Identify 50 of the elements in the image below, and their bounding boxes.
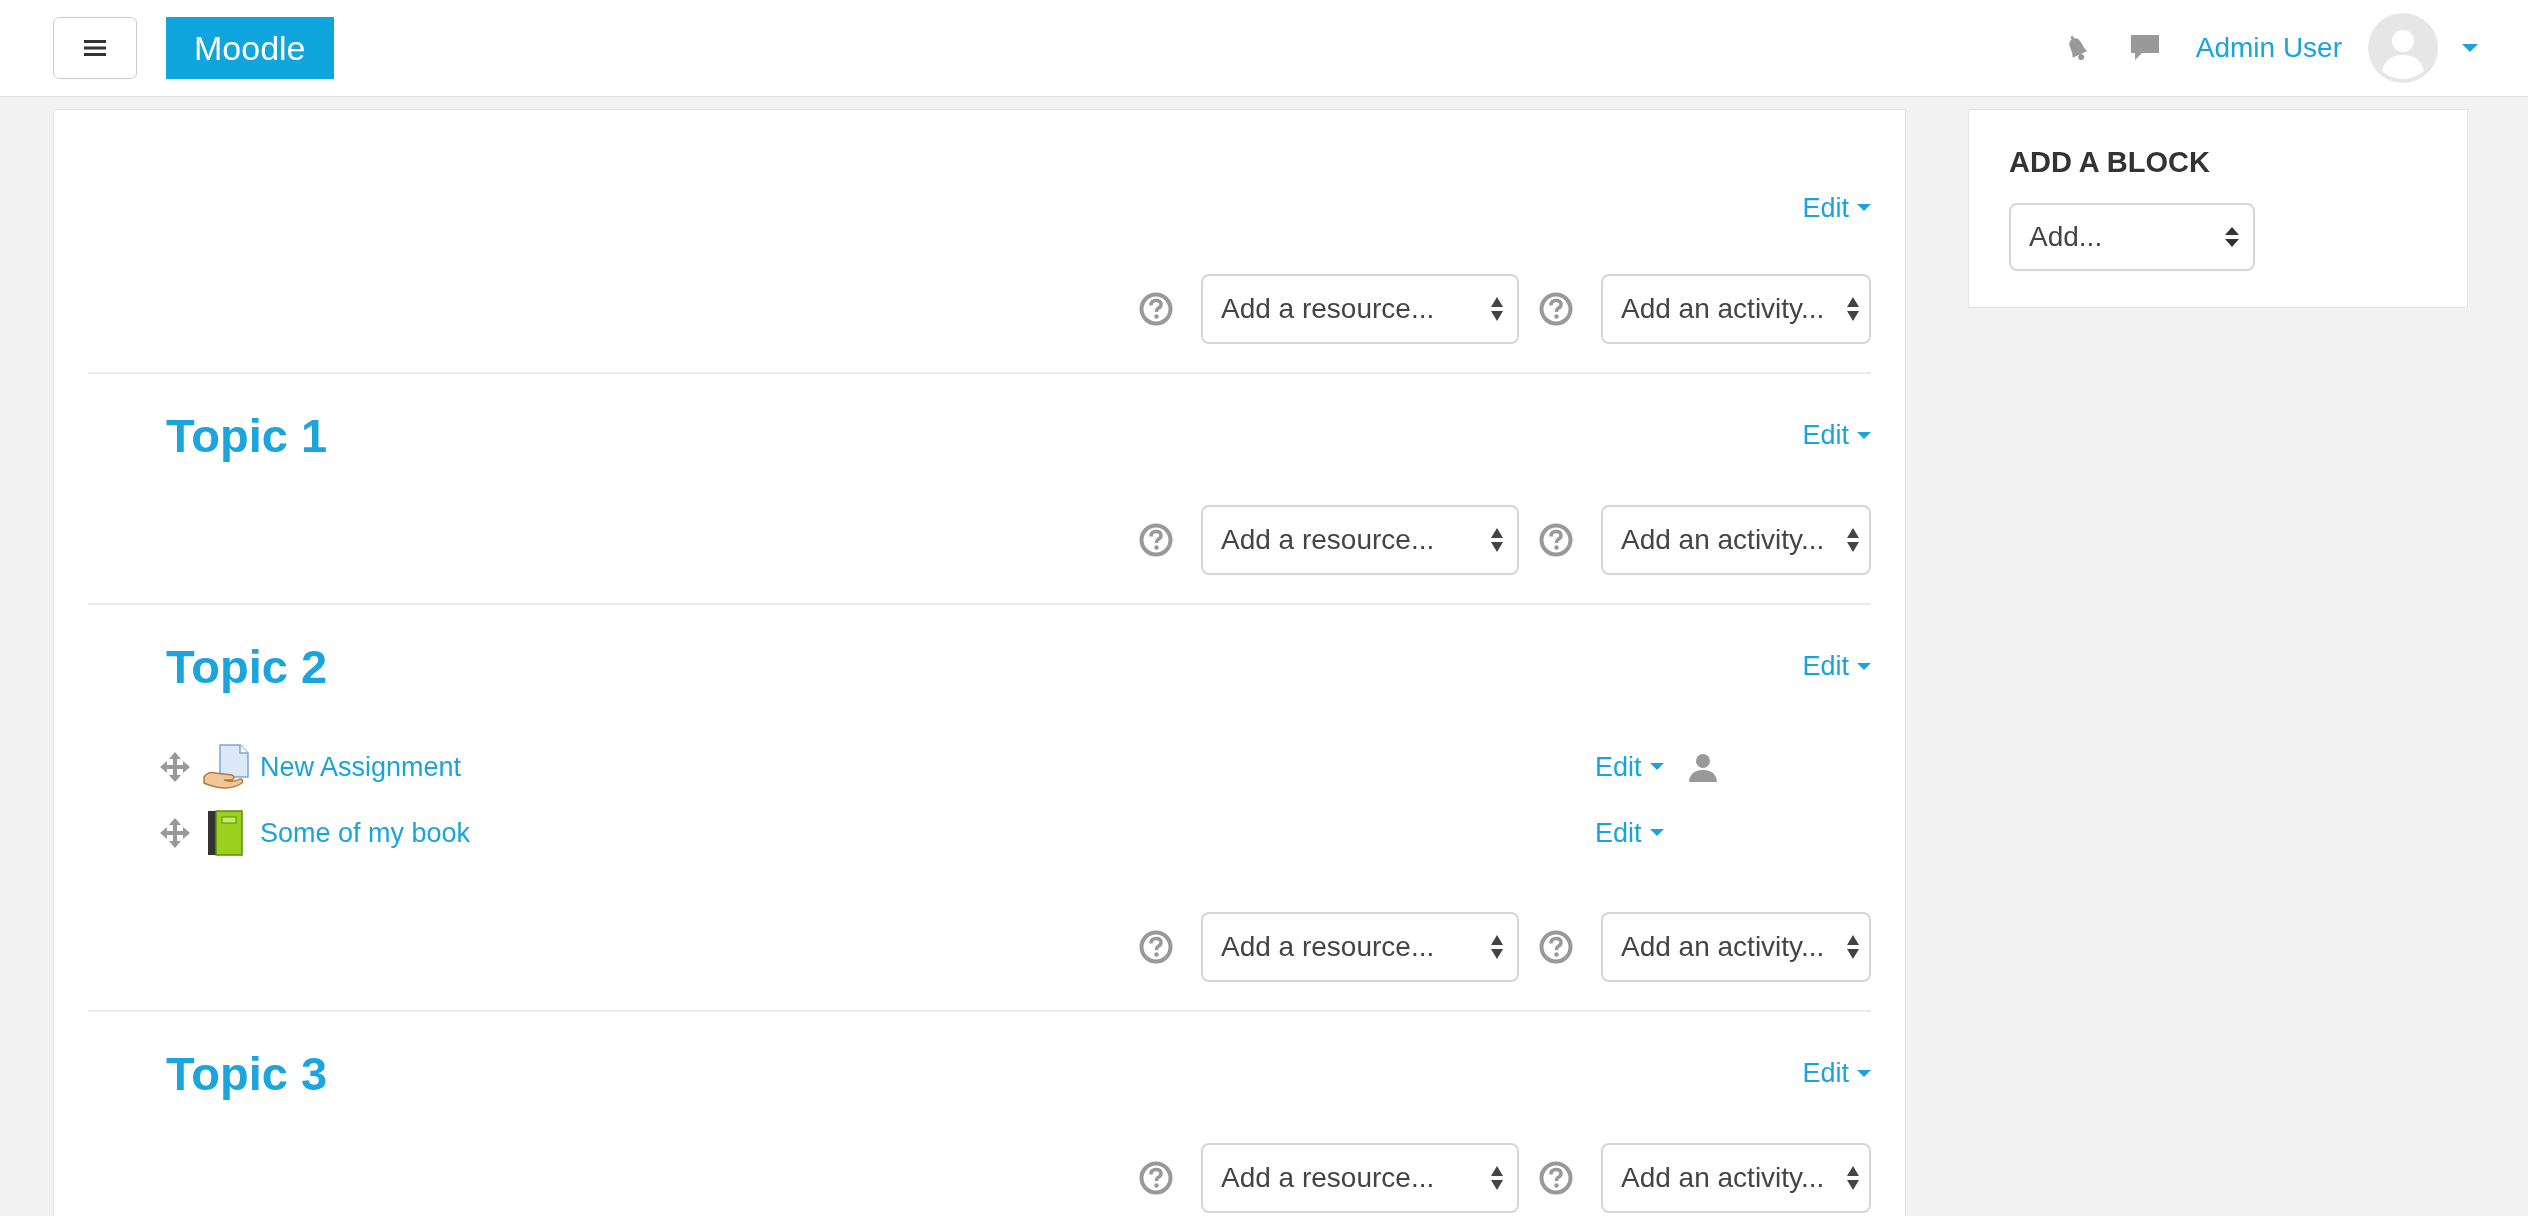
caret-icon[interactable]: [2462, 43, 2478, 53]
edit-menu-link[interactable]: Edit: [1802, 420, 1871, 451]
add-activity-select[interactable]: Add an activity...: [1601, 505, 1871, 575]
help-icon[interactable]: [1539, 1161, 1573, 1195]
updown-arrows-icon: [1491, 935, 1503, 959]
edit-menu-link[interactable]: Edit: [1595, 751, 1664, 783]
move-icon[interactable]: [160, 818, 190, 848]
edit-menu-link[interactable]: Edit: [1802, 1058, 1871, 1089]
help-icon[interactable]: [1539, 523, 1573, 557]
updown-arrows-icon: [1847, 935, 1859, 959]
edit-menu-link[interactable]: Edit: [1595, 817, 1664, 849]
add-activity-select[interactable]: Add an activity...: [1601, 1143, 1871, 1213]
activity-link[interactable]: Some of my book: [260, 817, 471, 849]
block-title: ADD A BLOCK: [2009, 146, 2211, 179]
caret-icon: [1649, 829, 1664, 837]
updown-arrows-icon: [1491, 528, 1503, 552]
add-resource-select[interactable]: Add a resource...: [1201, 274, 1519, 344]
add-resource-select[interactable]: Add a resource...: [1201, 1143, 1519, 1213]
menu-button[interactable]: [53, 17, 137, 79]
help-icon[interactable]: [1139, 292, 1173, 326]
help-icon[interactable]: [1539, 930, 1573, 964]
help-icon[interactable]: [1139, 930, 1173, 964]
activity-link[interactable]: New Assignment: [260, 751, 462, 783]
document-hand-icon: [202, 743, 250, 791]
move-icon[interactable]: [160, 752, 190, 782]
site-brand-link[interactable]: Moodle: [166, 17, 334, 79]
updown-arrows-icon: [1847, 1166, 1859, 1190]
caret-icon: [1857, 662, 1871, 671]
updown-arrows-icon: [1491, 1166, 1503, 1190]
help-icon[interactable]: [1139, 523, 1173, 557]
add-resource-select[interactable]: Add a resource...: [1201, 912, 1519, 982]
caret-icon: [1857, 204, 1871, 212]
updown-arrows-icon: [1847, 528, 1859, 552]
user-name-link[interactable]: Admin User: [2195, 32, 2342, 64]
add-activity-select[interactable]: Add an activity...: [1601, 274, 1871, 344]
caret-icon: [1857, 1069, 1871, 1078]
help-icon[interactable]: [1539, 292, 1573, 326]
edit-menu-link[interactable]: Edit: [1802, 651, 1871, 682]
add-activity-select[interactable]: Add an activity...: [1601, 912, 1871, 982]
person-icon[interactable]: [1687, 752, 1718, 782]
help-icon[interactable]: [1139, 1161, 1173, 1195]
updown-arrows-icon: [2225, 227, 2239, 247]
menu-icon: [84, 39, 106, 57]
updown-arrows-icon: [1847, 297, 1859, 321]
add-resource-select[interactable]: Add a resource...: [1201, 505, 1519, 575]
updown-arrows-icon: [1491, 297, 1503, 321]
caret-icon: [1649, 763, 1664, 771]
caret-icon: [1857, 431, 1871, 440]
edit-menu-link[interactable]: Edit: [1802, 192, 1871, 224]
add-block-select[interactable]: Add...: [2009, 203, 2255, 271]
